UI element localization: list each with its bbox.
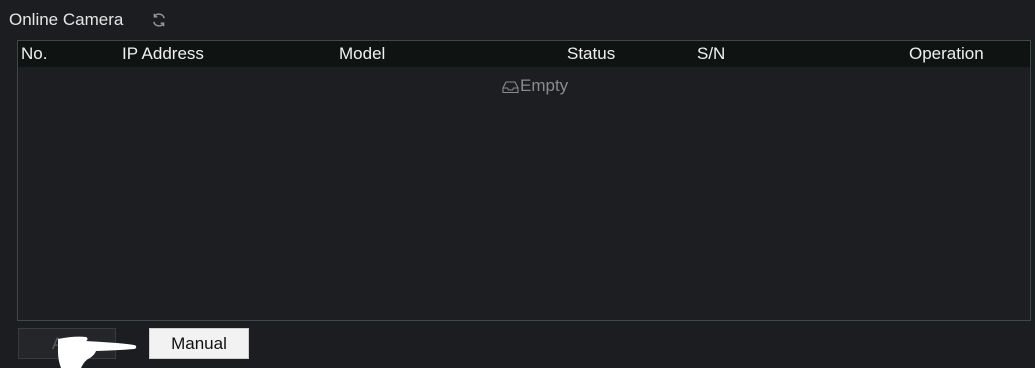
column-header-ip-address: IP Address (122, 44, 204, 63)
empty-state: Empty (502, 76, 568, 96)
add-button[interactable]: Add (18, 328, 116, 359)
table-header: No. IP Address Model Status S/N Operatio… (18, 41, 1030, 67)
column-header-sn: S/N (697, 44, 726, 63)
manual-button[interactable]: Manual (149, 328, 249, 359)
empty-label: Empty (520, 76, 569, 95)
table-footer: Add Manual (17, 321, 1031, 367)
panel-title: Online Camera (9, 10, 124, 29)
online-camera-panel: Online Camera No. IP Address Model Statu… (0, 0, 1035, 368)
column-header-model: Model (339, 44, 386, 63)
column-header-status: Status (567, 44, 616, 63)
camera-table: No. IP Address Model Status S/N Operatio… (17, 40, 1031, 321)
column-header-operation: Operation (909, 44, 984, 63)
empty-tray-icon (502, 79, 519, 94)
panel-header: Online Camera (9, 5, 167, 35)
refresh-icon[interactable] (151, 12, 167, 28)
column-header-no: No. (21, 44, 48, 63)
